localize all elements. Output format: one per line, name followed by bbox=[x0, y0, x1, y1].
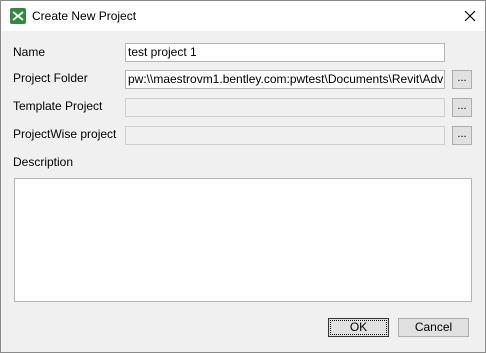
description-textarea[interactable] bbox=[14, 178, 472, 302]
name-label: Name bbox=[13, 45, 46, 59]
project-folder-field[interactable]: pw:\\maestrovm1.bentley.com:pwtest\Docum… bbox=[125, 70, 445, 89]
project-folder-label: Project Folder bbox=[13, 71, 88, 85]
browse-projectwise-button[interactable]: ... bbox=[452, 126, 472, 145]
window-title: Create New Project bbox=[32, 9, 137, 23]
template-project-label: Template Project bbox=[13, 99, 103, 113]
ok-button[interactable]: OK bbox=[328, 318, 389, 337]
projectwise-project-label: ProjectWise project bbox=[13, 127, 117, 141]
name-field[interactable]: test project 1 bbox=[125, 43, 445, 62]
cancel-button[interactable]: Cancel bbox=[398, 318, 469, 337]
browse-folder-button[interactable]: ... bbox=[452, 70, 472, 89]
projectwise-project-field[interactable] bbox=[125, 126, 445, 145]
create-project-dialog: Create New Project Name test project 1 P… bbox=[0, 0, 486, 353]
close-icon bbox=[464, 10, 476, 22]
template-project-field[interactable] bbox=[125, 98, 445, 117]
app-logo-icon bbox=[10, 8, 26, 24]
title-bar: Create New Project bbox=[1, 1, 485, 31]
browse-template-button[interactable]: ... bbox=[452, 98, 472, 117]
description-label: Description bbox=[13, 155, 74, 169]
close-button[interactable] bbox=[455, 1, 485, 31]
